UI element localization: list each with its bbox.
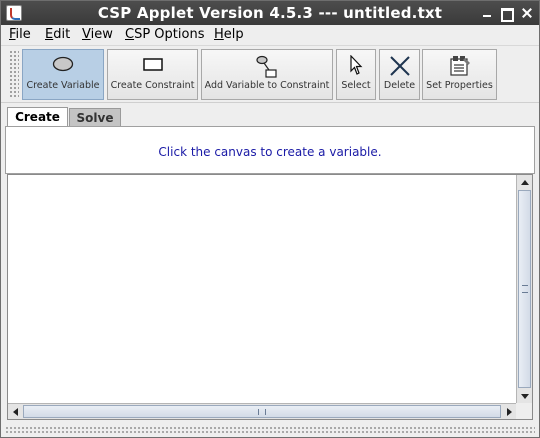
tab-solve[interactable]: Solve (69, 108, 121, 127)
menu-csp-options-mnemonic: C (125, 27, 135, 42)
rectangle-icon (142, 58, 163, 71)
close-button[interactable] (519, 5, 535, 21)
scroll-down-arrow-icon[interactable] (521, 394, 529, 399)
menu-edit-label: dit (53, 27, 71, 42)
add-variable-to-constraint-label: Add Variable to Constraint (204, 80, 330, 91)
tab-bar: Create Solve (1, 105, 539, 128)
menu-help[interactable]: Help (214, 27, 244, 42)
properties-icon (449, 56, 470, 76)
create-constraint-button[interactable]: Create Constraint (107, 49, 198, 100)
window-title: CSP Applet Version 4.5.3 --- untitled.tx… (97, 4, 443, 22)
horizontal-scrollbar[interactable] (8, 403, 517, 419)
delete-label: Delete (383, 80, 416, 91)
menu-file[interactable]: File (9, 27, 31, 42)
vertical-scrollbar[interactable] (516, 175, 532, 404)
menu-file-label: ile (15, 27, 31, 42)
ellipse-icon (52, 56, 74, 72)
menu-view-mnemonic: V (82, 27, 91, 42)
menu-help-label: elp (223, 27, 244, 42)
toolbar-grip[interactable] (9, 50, 19, 99)
horizontal-scroll-thumb[interactable] (23, 405, 501, 418)
create-variable-label: Create Variable (26, 80, 100, 91)
x-icon (389, 56, 410, 76)
menu-view-label: iew (90, 27, 113, 42)
menu-csp-options-label: SP Options (134, 27, 205, 42)
scroll-up-arrow-icon[interactable] (521, 180, 529, 185)
set-properties-button[interactable]: Set Properties (422, 49, 497, 100)
pointer-icon (350, 55, 363, 75)
minimize-button[interactable] (479, 5, 495, 21)
message-panel: Click the canvas to create a variable. (5, 126, 535, 174)
tab-create[interactable]: Create (7, 107, 68, 128)
create-constraint-label: Create Constraint (110, 80, 195, 91)
menu-csp-options[interactable]: CSP Options (125, 27, 204, 42)
set-properties-label: Set Properties (426, 80, 493, 91)
status-message: Click the canvas to create a variable. (158, 145, 382, 159)
vertical-scroll-thumb[interactable] (518, 190, 531, 388)
menu-edit[interactable]: Edit (45, 27, 70, 42)
menu-edit-mnemonic: E (45, 27, 54, 42)
create-variable-button[interactable]: Create Variable (22, 49, 104, 100)
menu-help-mnemonic: H (214, 27, 224, 42)
select-label: Select (341, 80, 371, 91)
scroll-left-arrow-icon[interactable] (13, 408, 18, 416)
scroll-corner (516, 403, 532, 419)
title-bar[interactable]: CSP Applet Version 4.5.3 --- untitled.tx… (1, 1, 539, 25)
menu-bar: File Edit View CSP Options Help (1, 25, 539, 46)
graph-canvas[interactable] (8, 175, 517, 404)
connect-icon (256, 55, 277, 78)
select-button[interactable]: Select (336, 49, 376, 100)
resize-grip[interactable] (5, 426, 535, 434)
delete-button[interactable]: Delete (379, 49, 420, 100)
canvas-scroll-pane (7, 174, 533, 420)
menu-view[interactable]: View (82, 27, 113, 42)
app-window: CSP Applet Version 4.5.3 --- untitled.tx… (0, 0, 540, 438)
scroll-right-arrow-icon[interactable] (507, 408, 512, 416)
add-variable-to-constraint-button[interactable]: Add Variable to Constraint (201, 49, 333, 100)
maximize-button[interactable] (498, 5, 514, 22)
toolbar: Create Variable Create Constraint Add Va… (1, 46, 539, 103)
